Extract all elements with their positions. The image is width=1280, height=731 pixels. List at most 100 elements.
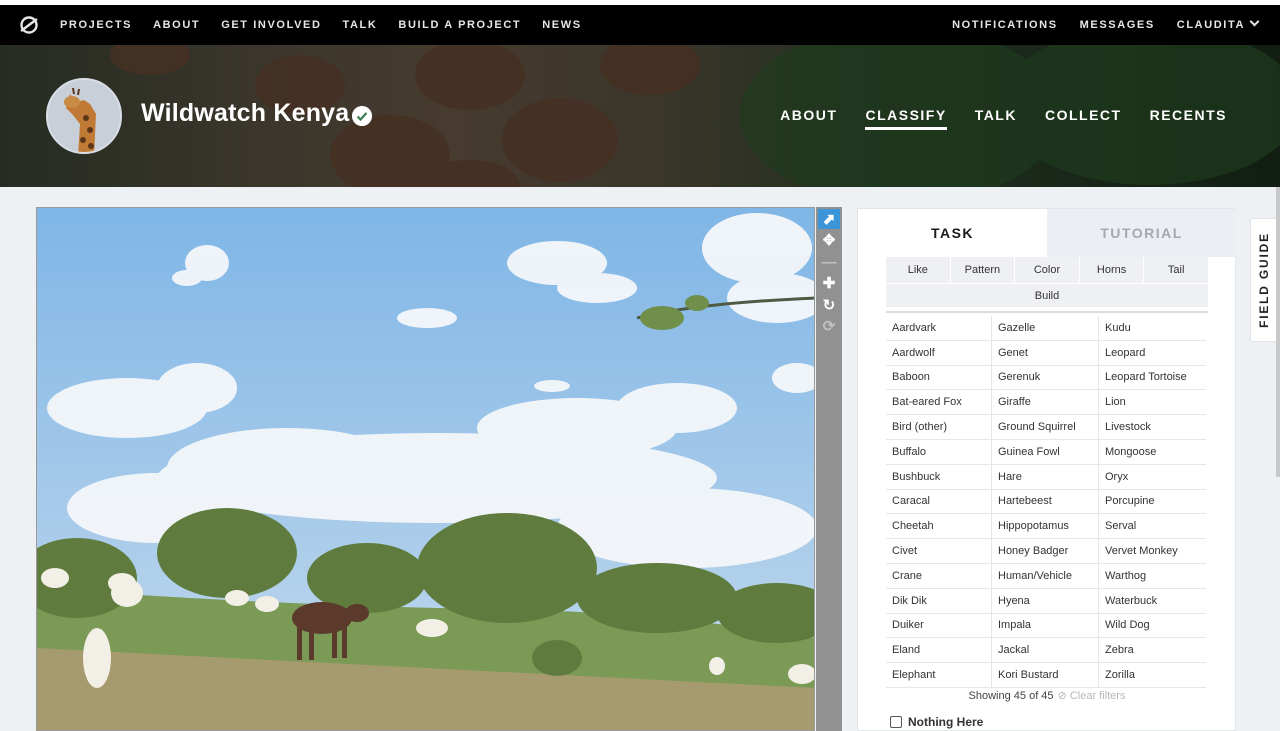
species-option[interactable]: Zorilla [1099,663,1206,688]
showing-text: Showing 45 of 45 [968,690,1054,702]
nav-news[interactable]: NEWS [542,19,581,31]
pointer-icon[interactable]: ⬈ [818,209,840,229]
species-option[interactable]: Gazelle [992,316,1099,341]
move-icon[interactable]: ✥ [818,230,840,250]
results-count: Showing 45 of 45 ⊘ Clear filters [858,689,1236,702]
project-banner: Wildwatch Kenya ABOUT CLASSIFY TALK COLL… [0,45,1280,187]
tab-classify[interactable]: CLASSIFY [865,107,947,130]
filter-horns[interactable]: Horns [1079,257,1145,283]
species-option[interactable]: Jackal [992,638,1099,664]
species-option[interactable]: Elephant [886,663,992,688]
species-option[interactable]: Wild Dog [1099,614,1206,639]
species-option[interactable]: Buffalo [886,439,992,465]
species-option[interactable]: Bird (other) [886,415,992,440]
species-option[interactable]: Bushbuck [886,464,992,490]
page-scrollbar[interactable] [1276,187,1280,477]
user-menu[interactable]: CLAUDITA [1176,16,1260,31]
nav-build-a-project[interactable]: BUILD A PROJECT [398,19,521,31]
species-option[interactable]: Oryx [1099,465,1206,490]
top-nav: PROJECTS ABOUT GET INVOLVED TALK BUILD A… [0,5,1280,45]
species-option[interactable]: Duiker [886,613,992,639]
zooniverse-logo-icon[interactable] [18,14,40,36]
clear-filters-label: Clear filters [1069,690,1126,702]
clear-filters-button[interactable]: ⊘ Clear filters [1058,690,1126,702]
species-option[interactable]: Hartebeest [992,489,1099,515]
filter-tail[interactable]: Tail [1144,257,1208,283]
filter-pattern[interactable]: Pattern [950,257,1016,283]
species-option[interactable]: Aardwolf [886,340,992,366]
tab-about[interactable]: ABOUT [780,107,837,130]
species-option[interactable]: Genet [992,340,1099,366]
species-option[interactable]: Aardvark [886,316,992,341]
species-filters: Like Pattern Color Horns Tail Build [886,257,1208,307]
field-guide-label: FIELD GUIDE [1256,232,1271,328]
species-option[interactable]: Civet [886,539,992,564]
main-nav-links: PROJECTS ABOUT GET INVOLVED TALK BUILD A… [60,5,603,45]
species-option[interactable]: Waterbuck [1099,589,1206,614]
species-option[interactable]: Dik Dik [886,588,992,614]
species-option[interactable]: Impala [992,613,1099,639]
species-option[interactable]: Hare [992,464,1099,490]
nav-about[interactable]: ABOUT [153,19,200,31]
tab-task[interactable]: TASK [858,209,1047,257]
nav-notifications[interactable]: NOTIFICATIONS [952,19,1058,31]
species-option[interactable]: Hippopotamus [992,514,1099,540]
nothing-here-label: Nothing Here [908,715,984,729]
species-option[interactable]: Leopard [1099,341,1206,366]
species-option[interactable]: Porcupine [1099,490,1206,515]
zoom-out-icon[interactable]: — [818,252,840,272]
tab-recents[interactable]: RECENTS [1150,107,1227,130]
species-option[interactable]: Cheetah [886,514,992,540]
species-option[interactable]: Gerenuk [992,365,1099,391]
species-option[interactable]: Zebra [1099,638,1206,664]
species-option[interactable]: Baboon [886,365,992,391]
species-option[interactable]: Caracal [886,489,992,515]
project-avatar[interactable] [46,78,122,154]
nothing-here-option[interactable]: Nothing Here [890,715,983,729]
subject-image-viewer[interactable] [36,207,815,731]
filter-like[interactable]: Like [886,257,951,283]
verified-check-icon [352,106,372,126]
species-option[interactable]: Ground Squirrel [992,415,1099,440]
user-nav: NOTIFICATIONS MESSAGES CLAUDITA [930,5,1260,45]
species-option[interactable]: Hyena [992,588,1099,614]
nothing-here-checkbox[interactable] [890,716,902,728]
nav-get-involved[interactable]: GET INVOLVED [221,19,321,31]
zoom-in-icon[interactable]: ✚ [818,273,840,293]
species-option[interactable]: Guinea Fowl [992,439,1099,465]
species-option[interactable]: Kori Bustard [992,663,1099,688]
species-option[interactable]: Crane [886,563,992,589]
rotate-icon[interactable]: ↻ [818,295,840,315]
species-option[interactable]: Leopard Tortoise [1099,366,1206,391]
filter-divider [886,311,1208,313]
nav-talk[interactable]: TALK [343,19,378,31]
species-option[interactable]: Warthog [1099,564,1206,589]
species-option[interactable]: Livestock [1099,415,1206,440]
project-tabs: ABOUT CLASSIFY TALK COLLECT RECENTS [752,107,1227,130]
species-option[interactable]: Eland [886,638,992,664]
species-option[interactable]: Kudu [1099,316,1206,341]
chevron-down-icon [1249,16,1260,27]
project-title: Wildwatch Kenya [141,99,350,127]
species-option[interactable]: Lion [1099,390,1206,416]
filter-row: Like Pattern Color Horns Tail [886,257,1208,283]
species-option[interactable]: Human/Vehicle [992,563,1099,589]
reset-icon[interactable]: ⟳ [818,316,840,336]
filter-build[interactable]: Build [886,283,1208,307]
species-option[interactable]: Bat-eared Fox [886,390,992,416]
user-name: CLAUDITA [1176,19,1245,31]
tab-collect[interactable]: COLLECT [1045,107,1122,130]
panel-tabs: TASK TUTORIAL [858,209,1236,257]
species-option[interactable]: Honey Badger [992,539,1099,564]
nav-projects[interactable]: PROJECTS [60,19,132,31]
species-option[interactable]: Serval [1099,514,1206,540]
filter-color[interactable]: Color [1015,257,1080,283]
tab-talk[interactable]: TALK [975,107,1017,130]
tab-tutorial[interactable]: TUTORIAL [1047,209,1236,257]
species-option[interactable]: Vervet Monkey [1099,539,1206,564]
nav-messages[interactable]: MESSAGES [1080,19,1155,31]
field-guide-button[interactable]: FIELD GUIDE [1250,218,1276,342]
image-toolbar: ⬈ ✥ — ✚ ↻ ⟳ [816,207,842,731]
species-option[interactable]: Mongoose [1099,440,1206,465]
species-option[interactable]: Giraffe [992,390,1099,416]
